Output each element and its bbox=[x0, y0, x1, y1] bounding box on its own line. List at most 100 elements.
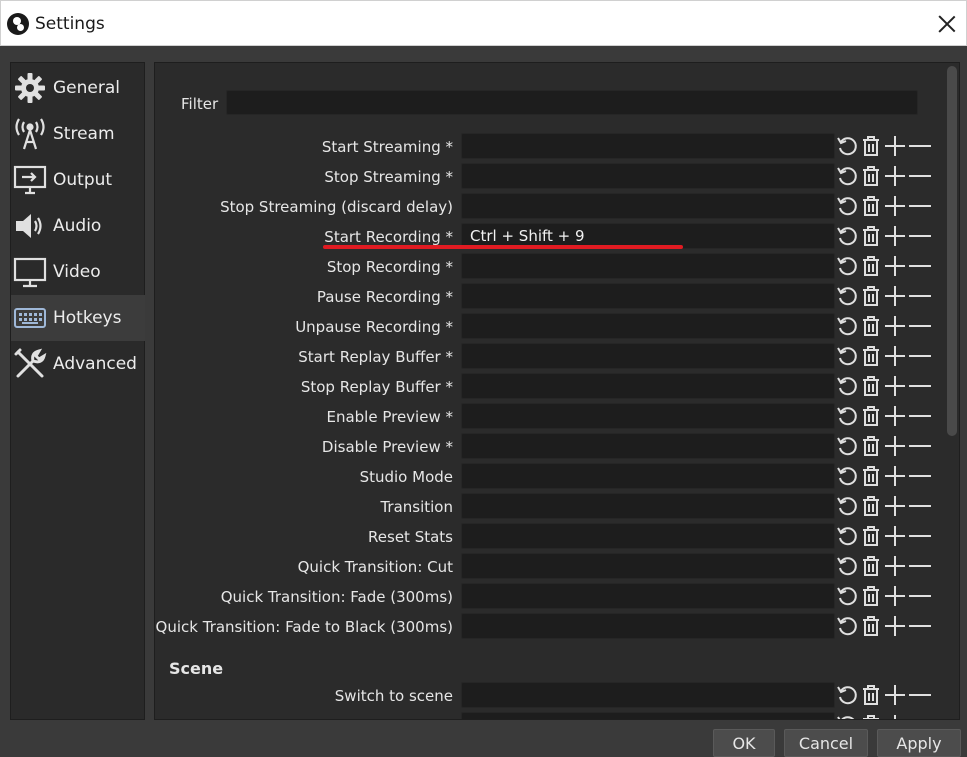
minus-icon[interactable] bbox=[907, 194, 933, 218]
revert-icon[interactable] bbox=[835, 713, 859, 719]
minus-icon[interactable] bbox=[907, 524, 933, 548]
minus-icon[interactable] bbox=[907, 713, 933, 719]
hotkey-input[interactable] bbox=[461, 133, 835, 159]
revert-icon[interactable] bbox=[835, 524, 859, 548]
minus-icon[interactable] bbox=[907, 494, 933, 518]
minus-icon[interactable] bbox=[907, 344, 933, 368]
hotkey-input[interactable] bbox=[461, 163, 835, 189]
revert-icon[interactable] bbox=[835, 284, 859, 308]
plus-icon[interactable] bbox=[883, 344, 907, 368]
plus-icon[interactable] bbox=[883, 614, 907, 638]
hotkey-input[interactable] bbox=[461, 712, 835, 719]
close-icon[interactable] bbox=[934, 11, 960, 37]
plus-icon[interactable] bbox=[883, 464, 907, 488]
sidebar-item-general[interactable]: General bbox=[11, 65, 145, 111]
sidebar-item-video[interactable]: Video bbox=[11, 249, 145, 295]
plus-icon[interactable] bbox=[883, 224, 907, 248]
hotkey-input[interactable] bbox=[461, 523, 835, 549]
trash-icon[interactable] bbox=[859, 134, 883, 158]
sidebar-item-stream[interactable]: Stream bbox=[11, 111, 145, 157]
minus-icon[interactable] bbox=[907, 614, 933, 638]
trash-icon[interactable] bbox=[859, 404, 883, 428]
trash-icon[interactable] bbox=[859, 614, 883, 638]
hotkey-input[interactable] bbox=[461, 193, 835, 219]
minus-icon[interactable] bbox=[907, 254, 933, 278]
trash-icon[interactable] bbox=[859, 224, 883, 248]
revert-icon[interactable] bbox=[835, 404, 859, 428]
revert-icon[interactable] bbox=[835, 374, 859, 398]
cancel-button[interactable]: Cancel bbox=[784, 729, 868, 757]
revert-icon[interactable] bbox=[835, 434, 859, 458]
trash-icon[interactable] bbox=[859, 713, 883, 719]
trash-icon[interactable] bbox=[859, 344, 883, 368]
sidebar-item-audio[interactable]: Audio bbox=[11, 203, 145, 249]
minus-icon[interactable] bbox=[907, 434, 933, 458]
plus-icon[interactable] bbox=[883, 524, 907, 548]
hotkey-input[interactable] bbox=[461, 373, 835, 399]
minus-icon[interactable] bbox=[907, 224, 933, 248]
hotkey-input[interactable] bbox=[461, 343, 835, 369]
plus-icon[interactable] bbox=[883, 713, 907, 719]
plus-icon[interactable] bbox=[883, 164, 907, 188]
plus-icon[interactable] bbox=[883, 284, 907, 308]
plus-icon[interactable] bbox=[883, 194, 907, 218]
hotkey-input[interactable] bbox=[461, 403, 835, 429]
hotkey-input[interactable] bbox=[461, 682, 835, 708]
revert-icon[interactable] bbox=[835, 464, 859, 488]
trash-icon[interactable] bbox=[859, 554, 883, 578]
minus-icon[interactable] bbox=[907, 164, 933, 188]
filter-input[interactable] bbox=[226, 90, 918, 115]
sidebar-item-output[interactable]: Output bbox=[11, 157, 145, 203]
trash-icon[interactable] bbox=[859, 464, 883, 488]
minus-icon[interactable] bbox=[907, 683, 933, 707]
trash-icon[interactable] bbox=[859, 374, 883, 398]
plus-icon[interactable] bbox=[883, 314, 907, 338]
trash-icon[interactable] bbox=[859, 164, 883, 188]
plus-icon[interactable] bbox=[883, 254, 907, 278]
sidebar-item-advanced[interactable]: Advanced bbox=[11, 341, 145, 387]
plus-icon[interactable] bbox=[883, 374, 907, 398]
hotkey-input[interactable] bbox=[461, 583, 835, 609]
hotkey-input[interactable] bbox=[461, 493, 835, 519]
sidebar-item-hotkeys[interactable]: Hotkeys bbox=[11, 295, 145, 341]
minus-icon[interactable] bbox=[907, 554, 933, 578]
revert-icon[interactable] bbox=[835, 164, 859, 188]
minus-icon[interactable] bbox=[907, 134, 933, 158]
minus-icon[interactable] bbox=[907, 584, 933, 608]
revert-icon[interactable] bbox=[835, 134, 859, 158]
vertical-scrollbar[interactable] bbox=[946, 64, 958, 718]
hotkey-input[interactable] bbox=[461, 253, 835, 279]
revert-icon[interactable] bbox=[835, 683, 859, 707]
minus-icon[interactable] bbox=[907, 374, 933, 398]
plus-icon[interactable] bbox=[883, 584, 907, 608]
trash-icon[interactable] bbox=[859, 314, 883, 338]
hotkey-input[interactable] bbox=[461, 463, 835, 489]
revert-icon[interactable] bbox=[835, 614, 859, 638]
revert-icon[interactable] bbox=[835, 224, 859, 248]
trash-icon[interactable] bbox=[859, 584, 883, 608]
scrollbar-thumb[interactable] bbox=[947, 66, 957, 436]
trash-icon[interactable] bbox=[859, 683, 883, 707]
trash-icon[interactable] bbox=[859, 524, 883, 548]
revert-icon[interactable] bbox=[835, 194, 859, 218]
trash-icon[interactable] bbox=[859, 434, 883, 458]
revert-icon[interactable] bbox=[835, 494, 859, 518]
hotkey-input[interactable] bbox=[461, 283, 835, 309]
trash-icon[interactable] bbox=[859, 254, 883, 278]
minus-icon[interactable] bbox=[907, 314, 933, 338]
minus-icon[interactable] bbox=[907, 404, 933, 428]
revert-icon[interactable] bbox=[835, 254, 859, 278]
minus-icon[interactable] bbox=[907, 284, 933, 308]
hotkey-input[interactable] bbox=[461, 433, 835, 459]
trash-icon[interactable] bbox=[859, 194, 883, 218]
trash-icon[interactable] bbox=[859, 494, 883, 518]
apply-button[interactable]: Apply bbox=[877, 729, 961, 757]
trash-icon[interactable] bbox=[859, 284, 883, 308]
revert-icon[interactable] bbox=[835, 584, 859, 608]
revert-icon[interactable] bbox=[835, 344, 859, 368]
plus-icon[interactable] bbox=[883, 554, 907, 578]
hotkey-input[interactable] bbox=[461, 553, 835, 579]
revert-icon[interactable] bbox=[835, 554, 859, 578]
ok-button[interactable]: OK bbox=[713, 729, 775, 757]
plus-icon[interactable] bbox=[883, 434, 907, 458]
